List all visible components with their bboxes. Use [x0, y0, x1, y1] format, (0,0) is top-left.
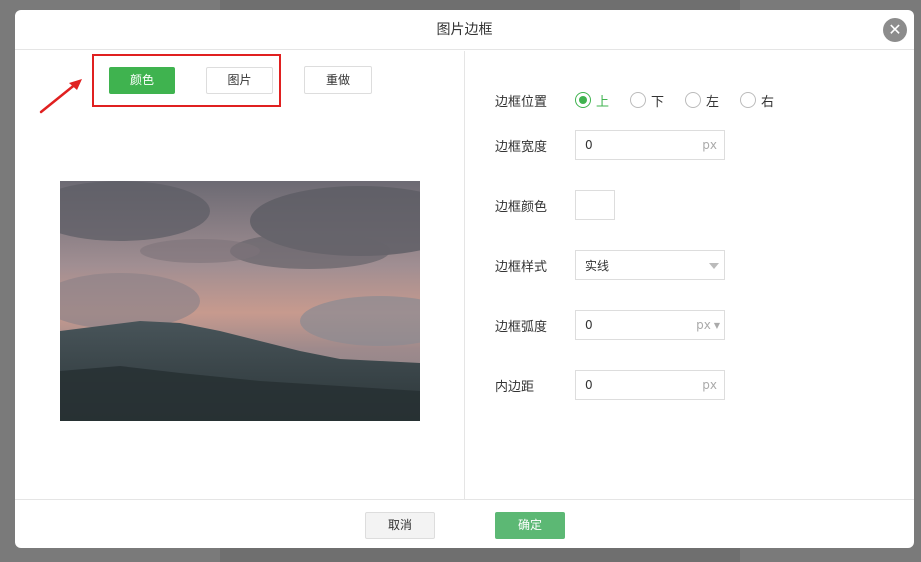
border-style-label: 边框样式	[495, 259, 548, 275]
border-style-row: 边框样式 实线	[495, 250, 725, 280]
settings-panel: 边框位置 上 下 左 右 边框宽度 0 px 边框颜色 边框样式 实线 边框弧度…	[466, 51, 914, 499]
radio-checked-icon	[575, 92, 591, 108]
border-radius-input[interactable]: 0 px ▼	[575, 310, 725, 340]
border-position-row: 边框位置 上 下 左 右	[495, 85, 795, 115]
image-preview	[60, 181, 420, 421]
dialog-footer: 取消 确定	[15, 499, 914, 548]
unit-dropdown-icon[interactable]: ▼	[714, 321, 720, 330]
unit-label: px	[696, 318, 711, 332]
landscape-photo	[60, 181, 420, 421]
annotation-arrow-icon	[39, 79, 82, 114]
padding-input[interactable]: 0 px	[575, 370, 725, 400]
border-color-row: 边框颜色	[495, 190, 615, 220]
radio-top[interactable]: 上	[575, 91, 609, 110]
border-width-input[interactable]: 0 px	[575, 130, 725, 160]
border-width-row: 边框宽度 0 px	[495, 130, 725, 160]
border-radius-label: 边框弧度	[495, 319, 548, 335]
radio-unchecked-icon	[740, 92, 757, 108]
border-color-label: 边框颜色	[495, 199, 548, 215]
radio-right[interactable]: 右	[740, 91, 774, 110]
confirm-button[interactable]: 确定	[495, 512, 565, 539]
radio-left[interactable]: 左	[685, 91, 719, 110]
dialog-title: 图片边框	[15, 10, 914, 50]
image-border-dialog: 图片边框 ✕ 颜色 图片 重做 边框位置 上 下 左 右 边框宽度 0 px 边…	[15, 10, 914, 548]
border-position-label: 边框位置	[495, 94, 548, 110]
border-position-radio-group: 上 下 左 右	[575, 91, 795, 110]
border-color-swatch[interactable]	[575, 190, 615, 220]
annotation-highlight-box	[92, 54, 281, 107]
border-width-label: 边框宽度	[495, 139, 548, 155]
redo-button[interactable]: 重做	[304, 66, 372, 94]
preview-panel: 颜色 图片 重做	[15, 51, 465, 499]
padding-label: 内边距	[495, 379, 535, 395]
border-radius-row: 边框弧度 0 px ▼	[495, 310, 725, 340]
close-icon[interactable]: ✕	[883, 18, 907, 42]
radio-unchecked-icon	[685, 92, 702, 108]
radio-unchecked-icon	[630, 92, 647, 108]
cancel-button[interactable]: 取消	[365, 512, 435, 539]
unit-label: px	[702, 378, 717, 392]
border-style-select[interactable]: 实线	[575, 250, 725, 280]
radio-bottom[interactable]: 下	[630, 91, 664, 110]
unit-label: px	[702, 138, 717, 152]
chevron-down-icon	[709, 263, 719, 269]
padding-row: 内边距 0 px	[495, 370, 725, 400]
